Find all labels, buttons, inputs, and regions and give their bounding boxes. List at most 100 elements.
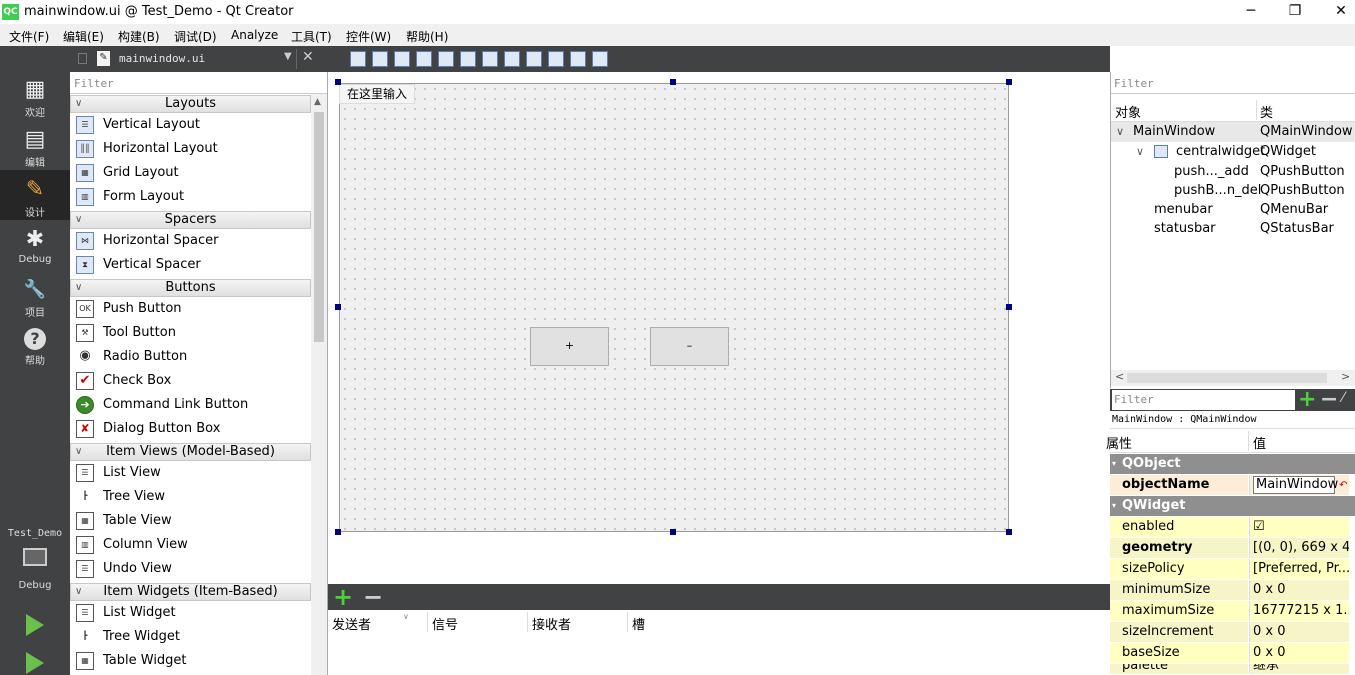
category-spacers[interactable]: ∨ Spacers xyxy=(70,211,311,229)
layout-horizontal-icon[interactable] xyxy=(438,51,454,67)
push-button-add[interactable]: + xyxy=(530,327,609,366)
tree-row[interactable]: statusbar QStatusBar xyxy=(1111,219,1355,239)
menu-analyze[interactable]: Analyze xyxy=(231,28,278,42)
monitor-icon[interactable] xyxy=(23,548,47,566)
edit-widgets-icon[interactable] xyxy=(350,51,366,67)
widget-item[interactable]: ┣ Tree View xyxy=(70,485,311,509)
resize-handle[interactable] xyxy=(335,79,341,85)
adjust-size-icon[interactable] xyxy=(592,51,608,67)
push-button-del[interactable]: – xyxy=(650,327,729,366)
add-dynamic-property-icon[interactable]: + xyxy=(1298,387,1316,412)
remove-connection-icon[interactable]: − xyxy=(363,585,383,609)
menu-controls[interactable]: 控件(W) xyxy=(346,28,391,45)
property-value[interactable]: [Preferred, Pr... xyxy=(1249,559,1349,579)
widget-item[interactable]: ☰ List View xyxy=(70,461,311,485)
property-row[interactable]: minimumSize 0 x 0 xyxy=(1110,580,1355,601)
minimize-button[interactable]: ─ xyxy=(1228,0,1274,24)
tree-row[interactable]: menubar QMenuBar xyxy=(1111,200,1355,220)
column-receiver[interactable]: 接收者 xyxy=(532,614,571,633)
mode-debug[interactable]: ✱ Debug xyxy=(0,220,70,270)
widget-filter-input[interactable]: Filter xyxy=(70,72,327,94)
resize-handle[interactable] xyxy=(1006,304,1012,310)
tree-row[interactable]: pushB...n_del QPushButton xyxy=(1111,181,1355,201)
scroll-up-icon[interactable]: ▲ xyxy=(314,97,321,107)
widget-item[interactable]: ▥ Column View xyxy=(70,533,311,557)
edit-tab-order-icon[interactable] xyxy=(416,51,432,67)
scroll-right-icon[interactable]: > xyxy=(1341,370,1350,383)
signal-slot-table[interactable]: 发送者 ∨ 信号 接收者 槽 xyxy=(328,610,1110,675)
category-layouts[interactable]: ∨ Layouts xyxy=(70,95,311,113)
resize-handle[interactable] xyxy=(1006,79,1012,85)
widget-item[interactable]: ▦ Grid Layout xyxy=(70,161,311,185)
menu-file[interactable]: 文件(F) xyxy=(9,28,49,45)
mode-help[interactable]: ? 帮助 xyxy=(0,320,70,370)
category-item-widgets[interactable]: ∨ Item Widgets (Item-Based) xyxy=(70,583,311,601)
widget-item[interactable]: ☰ Undo View xyxy=(70,557,311,581)
property-group-qobject[interactable]: ▾ QObject xyxy=(1110,454,1355,475)
category-item-views[interactable]: ∨ Item Views (Model-Based) xyxy=(70,443,311,461)
kit-project-name[interactable]: Test_Demo xyxy=(0,528,70,539)
property-row[interactable]: objectName MainWindow ↶ xyxy=(1110,475,1355,496)
chevron-down-icon[interactable]: ▼ xyxy=(284,51,292,62)
mode-edit[interactable]: ▤ 编辑 xyxy=(0,120,70,170)
column-class[interactable]: 类 xyxy=(1260,102,1273,121)
scrollbar-thumb[interactable] xyxy=(1127,373,1327,383)
menu-help[interactable]: 帮助(H) xyxy=(406,28,448,45)
property-value[interactable]: 16777215 x 1... xyxy=(1249,601,1349,621)
property-row[interactable]: maximumSize 16777215 x 1... xyxy=(1110,601,1355,622)
break-layout-icon[interactable] xyxy=(570,51,586,67)
restore-button[interactable]: ❐ xyxy=(1272,0,1318,24)
widget-item[interactable]: ✘ Dialog Button Box xyxy=(70,417,311,441)
layout-form-icon[interactable] xyxy=(526,51,542,67)
mode-projects[interactable]: 🔧 项目 xyxy=(0,270,70,320)
widget-item[interactable]: ▦ Table Widget xyxy=(70,649,311,673)
menu-debug[interactable]: 调试(D) xyxy=(174,28,217,45)
widget-item[interactable]: ◉ Radio Button xyxy=(70,345,311,369)
column-value[interactable]: 值 xyxy=(1253,433,1266,452)
resize-handle[interactable] xyxy=(1006,529,1012,535)
widget-item[interactable]: ☰ Vertical Layout xyxy=(70,113,311,137)
menu-build[interactable]: 构建(B) xyxy=(118,28,160,45)
property-filter-input[interactable]: Filter xyxy=(1112,390,1295,410)
column-sender[interactable]: 发送者 xyxy=(332,614,371,633)
widget-item[interactable]: ▥ Form Layout xyxy=(70,185,311,209)
resize-handle[interactable] xyxy=(670,79,676,85)
property-row[interactable]: geometry [(0, 0), 669 x 4... xyxy=(1110,538,1355,559)
horizontal-scrollbar[interactable]: < > xyxy=(1111,370,1355,386)
resize-handle[interactable] xyxy=(335,304,341,310)
property-value[interactable]: 0 x 0 xyxy=(1249,622,1349,642)
run-icon[interactable] xyxy=(26,614,44,636)
remove-dynamic-property-icon[interactable]: − xyxy=(1320,387,1338,412)
property-value[interactable]: 继承 xyxy=(1249,664,1349,674)
mode-welcome[interactable]: ▦ 欢迎 xyxy=(0,70,70,120)
widget-item[interactable]: OK Push Button xyxy=(70,297,311,321)
widget-item[interactable]: ⋈ Horizontal Spacer xyxy=(70,229,311,253)
column-property[interactable]: 属性 xyxy=(1106,433,1132,452)
scroll-left-icon[interactable]: < xyxy=(1115,370,1124,383)
debug-run-icon[interactable] xyxy=(26,652,44,674)
property-value[interactable]: [(0, 0), 669 x 4... xyxy=(1249,538,1349,558)
column-object[interactable]: 对象 xyxy=(1115,102,1141,121)
reset-icon[interactable]: ↶ xyxy=(1339,480,1347,491)
enabled-checkbox[interactable]: ☑ xyxy=(1249,517,1349,537)
column-slot[interactable]: 槽 xyxy=(632,614,645,633)
edit-buddies-icon[interactable] xyxy=(394,51,410,67)
resize-handle[interactable] xyxy=(670,529,676,535)
splitter-vertical-icon[interactable] xyxy=(504,51,520,67)
widget-item[interactable]: ✔ Check Box xyxy=(70,369,311,393)
splitter-horizontal-icon[interactable] xyxy=(482,51,498,67)
category-buttons[interactable]: ∨ Buttons xyxy=(70,279,311,297)
widget-item[interactable]: ⚒ Tool Button xyxy=(70,321,311,345)
edit-signals-icon[interactable] xyxy=(372,51,388,67)
widget-item[interactable]: ➔ Command Link Button xyxy=(70,393,311,417)
layout-grid-icon[interactable] xyxy=(548,51,564,67)
layout-vertical-icon[interactable] xyxy=(460,51,476,67)
column-signal[interactable]: 信号 xyxy=(432,614,458,633)
add-connection-icon[interactable]: + xyxy=(333,585,353,609)
widget-item[interactable]: ☰ List Widget xyxy=(70,601,311,625)
scrollbar-thumb[interactable] xyxy=(314,112,324,342)
menu-tools[interactable]: 工具(T) xyxy=(291,28,332,45)
tree-row[interactable]: ∨ MainWindow QMainWindow xyxy=(1111,122,1355,142)
open-document-name[interactable]: mainwindow.ui xyxy=(119,52,205,65)
widget-item[interactable]: ⧗ Vertical Spacer xyxy=(70,253,311,277)
